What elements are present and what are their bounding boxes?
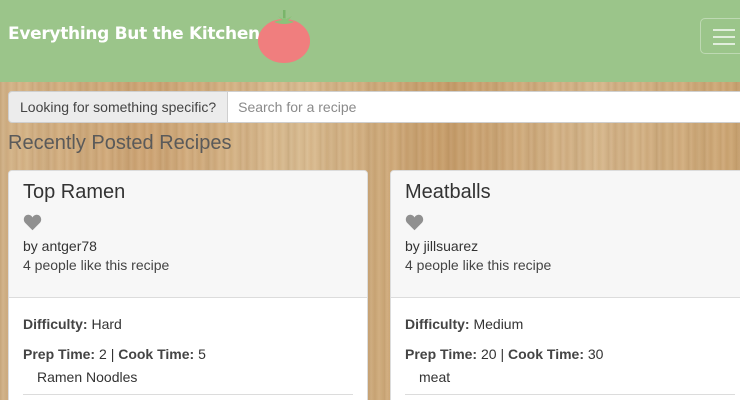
recipe-ingredient: Ramen Noodles <box>37 369 138 385</box>
recipe-likes: 4 people like this recipe <box>23 257 170 273</box>
section-title: Recently Posted Recipes <box>8 132 232 154</box>
cook-time-label: Cook Time: <box>118 346 195 362</box>
difficulty-label: Difficulty: <box>23 316 88 332</box>
hamburger-menu-icon <box>713 29 735 31</box>
prep-time-value: 20 <box>481 346 497 362</box>
time-separator: | <box>110 346 115 362</box>
prep-time-label: Prep Time: <box>405 346 478 362</box>
recipe-title[interactable]: Top Ramen <box>23 181 125 204</box>
divider <box>405 394 735 395</box>
hamburger-menu-button[interactable] <box>700 18 740 54</box>
difficulty-label: Difficulty: <box>405 316 470 332</box>
prep-time-value: 2 <box>99 346 107 362</box>
recipe-card-header: Meatballs by jillsuarez 4 people like th… <box>391 171 740 298</box>
navbar: Everything But the Kitchen Sink <box>0 0 740 82</box>
recipe-difficulty: Difficulty: Medium <box>405 316 523 332</box>
recipe-card[interactable]: Top Ramen by antger78 4 people like this… <box>8 170 368 400</box>
recipe-times: Prep Time: 20 | Cook Time: 30 <box>405 346 603 362</box>
difficulty-value: Medium <box>473 316 524 332</box>
search-label: Looking for something specific? <box>8 91 229 123</box>
heart-icon[interactable] <box>405 214 424 231</box>
recipe-author: by jillsuarez <box>405 238 479 254</box>
cook-time-label: Cook Time: <box>508 346 584 362</box>
recipe-card[interactable]: Meatballs by jillsuarez 4 people like th… <box>390 170 740 400</box>
divider <box>23 394 353 395</box>
recipe-title[interactable]: Meatballs <box>405 181 491 204</box>
heart-icon[interactable] <box>23 214 42 231</box>
recipe-difficulty: Difficulty: Hard <box>23 316 122 332</box>
recipe-likes: 4 people like this recipe <box>405 257 552 273</box>
tomato-icon <box>258 10 310 63</box>
cook-time-value: 5 <box>198 346 206 362</box>
recipe-ingredient: meat <box>419 369 451 385</box>
recipe-card-header: Top Ramen by antger78 4 people like this… <box>9 171 367 298</box>
cook-time-value: 30 <box>587 346 604 362</box>
recipe-author: by antger78 <box>23 238 97 254</box>
search-input[interactable] <box>228 91 740 123</box>
prep-time-label: Prep Time: <box>23 346 96 362</box>
recipe-times: Prep Time: 2 | Cook Time: 5 <box>23 346 206 362</box>
search-group: Looking for something specific? <box>8 91 740 123</box>
time-separator: | <box>500 346 505 362</box>
difficulty-value: Hard <box>91 316 122 332</box>
